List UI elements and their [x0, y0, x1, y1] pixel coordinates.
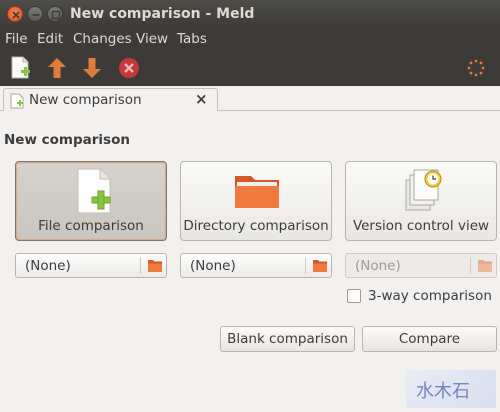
document-icon — [10, 93, 24, 109]
version-control-icon — [405, 169, 442, 211]
file-chooser[interactable]: (None) — [15, 253, 167, 278]
menu-file[interactable]: File — [5, 31, 28, 47]
window-maximize-button[interactable] — [47, 6, 63, 22]
window-minimize-button[interactable] — [27, 6, 43, 22]
three-way-label[interactable]: 3-way comparison — [368, 288, 492, 304]
tab-label: New comparison — [29, 92, 142, 108]
three-way-checkbox[interactable] — [347, 289, 361, 303]
version-control-view-label: Version control view — [352, 218, 490, 234]
chooser-separator — [305, 257, 306, 274]
close-icon — [12, 11, 20, 19]
new-document-icon — [11, 56, 30, 79]
window-close-button[interactable] — [7, 6, 23, 22]
chooser-separator — [140, 257, 141, 274]
directory-chooser-value: (None) — [190, 258, 236, 274]
file-plus-icon — [77, 168, 111, 214]
previous-change-button[interactable] — [44, 55, 70, 81]
stop-button[interactable] — [116, 55, 142, 81]
menu-edit[interactable]: Edit — [37, 31, 63, 47]
directory-chooser[interactable]: (None) — [180, 253, 332, 278]
directory-comparison-label: Directory comparison — [183, 218, 329, 234]
version-chooser-value: (None) — [355, 258, 401, 274]
window-title: New comparison - Meld — [70, 6, 255, 22]
menu-changes[interactable]: Changes — [73, 31, 132, 47]
blank-comparison-button[interactable]: Blank comparison — [220, 326, 355, 352]
stop-icon — [119, 58, 139, 78]
page-heading: New comparison — [4, 132, 130, 148]
folder-icon — [313, 260, 327, 272]
compare-button[interactable]: Compare — [362, 326, 497, 352]
folder-icon — [235, 176, 279, 208]
menu-bar: File Edit Changes View Tabs — [0, 28, 500, 50]
new-comparison-tool-button[interactable] — [8, 55, 34, 81]
spinner-icon — [467, 59, 485, 77]
menu-view[interactable]: View — [136, 31, 168, 47]
svg-text:水木石: 水木石 — [416, 381, 470, 402]
menu-tabs[interactable]: Tabs — [177, 31, 207, 47]
chooser-separator — [470, 257, 471, 274]
watermark: 水木石 — [406, 370, 496, 408]
file-comparison-button[interactable]: File comparison — [15, 161, 167, 241]
maximize-icon — [51, 10, 61, 20]
file-comparison-label: File comparison — [38, 218, 144, 234]
directory-comparison-button[interactable]: Directory comparison — [180, 161, 332, 241]
watermark-logo: 水木石 — [416, 381, 470, 402]
folder-icon — [478, 260, 492, 272]
toolbar — [0, 50, 500, 86]
minimize-icon — [32, 14, 40, 16]
activity-spinner — [466, 58, 486, 78]
next-change-button[interactable] — [79, 55, 105, 81]
folder-icon — [148, 260, 162, 272]
arrow-down-icon — [83, 58, 101, 78]
version-control-view-button[interactable]: Version control view — [345, 161, 497, 241]
version-chooser: (None) — [345, 253, 497, 278]
file-chooser-value: (None) — [25, 258, 71, 274]
arrow-up-icon — [48, 58, 66, 78]
tab-close-button[interactable]: × — [195, 90, 208, 108]
